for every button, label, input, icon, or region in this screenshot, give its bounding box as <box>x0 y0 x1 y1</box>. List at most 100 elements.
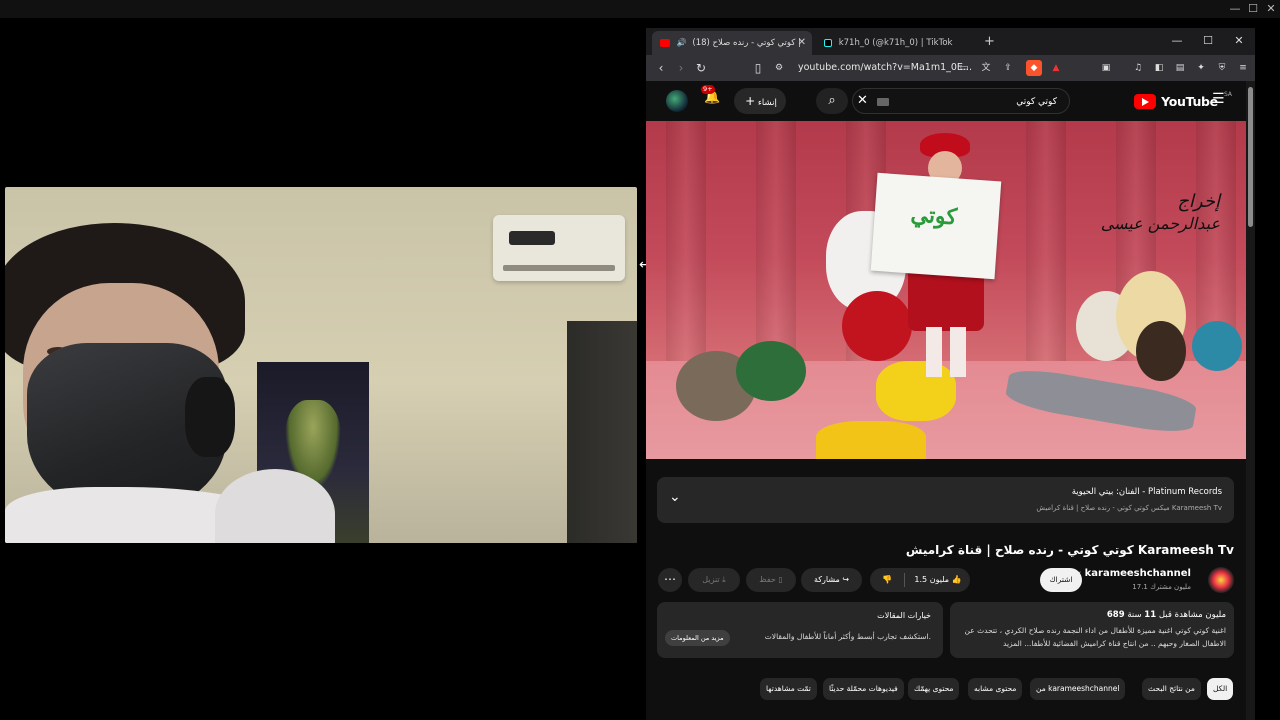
chip-from-channel[interactable]: من karameeshchannel <box>1030 678 1126 700</box>
vpn-icon[interactable]: ⛨ <box>1214 60 1230 76</box>
tiktok-favicon-icon <box>824 38 832 47</box>
wallet-icon[interactable]: ▤ <box>1172 60 1188 76</box>
create-label: إنشاء <box>757 98 777 108</box>
search-button[interactable]: ⌕ <box>816 88 848 114</box>
channel-actions-row: ✔karameeshchannel 17.1 مليون مشترك اشترا… <box>646 563 1246 597</box>
related-filter-chips: الكل من نتائج البحث من karameeshchannel … <box>646 678 1246 702</box>
search-box[interactable]: ✕ كوتي كوتي <box>852 88 1070 114</box>
tab-youtube[interactable]: 🔊 (18) كوتي كوتي - رنده صلاح | ✕ <box>652 31 812 55</box>
leo-ai-icon[interactable]: ✦ <box>1193 60 1209 76</box>
subscriber-count: 17.1 مليون مشترك <box>1132 583 1191 591</box>
credit-line1: إخراج <box>1177 191 1220 212</box>
chip-related[interactable]: محتوى مشابه <box>968 678 1023 700</box>
kids-box-heading: خيارات المقالات <box>877 611 931 620</box>
share-arrow-icon: ↪ <box>842 575 850 584</box>
channel-name[interactable]: ✔karameeshchannel <box>1076 568 1191 579</box>
subscribe-button[interactable]: اشتراك <box>1040 568 1082 592</box>
brave-shield-icon[interactable]: ◆ <box>1026 60 1042 76</box>
plus-icon: + <box>745 94 756 108</box>
share-page-icon[interactable]: ⇪ <box>1000 60 1016 76</box>
youtube-favicon-icon <box>660 38 670 47</box>
video-title: كوتي كوتي - رنده صلاح | قناة كراميش Kara… <box>905 543 1234 557</box>
toy-yellow-bottom <box>816 421 926 459</box>
translate-icon[interactable]: 文 <box>978 60 994 76</box>
media-icon[interactable]: ♫ <box>1130 60 1146 76</box>
rewards-icon[interactable]: ▲ <box>1048 60 1064 76</box>
toy-brown <box>1136 321 1186 381</box>
tab-tiktok-label: k71h_0 (@k71h_0) | TikTok <box>838 38 953 48</box>
chip-all[interactable]: الكل <box>1207 678 1234 700</box>
view-count: 689 <box>1106 610 1125 620</box>
reload-icon[interactable]: ↻ <box>691 58 711 78</box>
download-label: تنزيل <box>702 575 720 584</box>
kids-experience-box: خيارات المقالات استكشف تجارب أبسط وأكثر … <box>657 602 943 658</box>
door-image <box>567 321 637 543</box>
maximize-button[interactable]: ☐ <box>1197 32 1219 50</box>
forward-arrow-icon[interactable]: › <box>671 58 691 78</box>
close-window-button[interactable]: ✕ <box>1228 32 1250 50</box>
webcam-feed <box>5 187 637 543</box>
save-button[interactable]: حفظ ▯ <box>746 568 796 592</box>
tab-close-icon[interactable]: ✕ <box>798 31 806 55</box>
chip-search-results[interactable]: من نتائج البحث <box>1142 678 1201 700</box>
dislike-button[interactable]: 👎 <box>870 568 904 592</box>
save-label: حفظ <box>759 575 776 584</box>
account-avatar[interactable] <box>666 90 688 112</box>
tab-bar: 🔊 (18) كوتي كوتي - رنده صلاح | ✕ k71h_0 … <box>646 28 1255 55</box>
menu-icon[interactable]: ≡ <box>1235 60 1251 76</box>
outer-window-titlebar: — ☐ ✕ <box>0 0 1280 18</box>
scrollbar-thumb[interactable] <box>1248 87 1253 227</box>
clear-search-icon[interactable]: ✕ <box>857 92 868 110</box>
speaker-icon[interactable]: 🔊 <box>677 38 687 47</box>
bookmark-icon[interactable]: ▯ <box>748 58 768 78</box>
channel-name-text: karameeshchannel <box>1084 568 1191 579</box>
install-app-icon[interactable]: ▭ <box>956 60 972 76</box>
page-scrollbar[interactable] <box>1246 81 1255 720</box>
chip-recently-uploaded[interactable]: فيديوهات محمّلة حديثًا <box>823 678 904 700</box>
youtube-logo[interactable]: YouTube SA <box>1134 91 1232 109</box>
download-icon: ⤓ <box>722 575 726 584</box>
tab-tiktok[interactable]: k71h_0 (@k71h_0) | TikTok <box>816 31 978 55</box>
director-credit: إخراج عبدالرحمن عيسى <box>1101 191 1220 233</box>
chevron-down-icon[interactable]: ⌄ <box>669 489 681 505</box>
like-dislike-group: 👎 1.5 مليون 👍 <box>870 568 970 592</box>
share-button[interactable]: مشاركة ↪ <box>801 568 862 592</box>
desktop: — ☐ ✕ ↔ 🔊 (18) كوتي كوتي - رنده صلاح | ✕ <box>0 0 1280 720</box>
credit-line2: عبدالرحمن عيسى <box>1100 214 1220 233</box>
address-bar-row: ‹ › ↻ ▯ ⚙ youtube.com/watch?v=Ma1m1_0E..… <box>646 55 1255 81</box>
view-suffix: مليون مشاهدة <box>1174 610 1226 620</box>
search-input[interactable]: كوتي كوتي <box>1016 89 1057 115</box>
share-label: مشاركة <box>813 575 840 584</box>
download-button[interactable]: تنزيل ⤓ <box>688 568 740 592</box>
create-button[interactable]: + إنشاء <box>734 88 786 114</box>
kids-box-body: استكشف تجارب أبسط وأكثر أماناً للأطفال و… <box>764 632 931 641</box>
youtube-logo-text: YouTube <box>1161 94 1218 109</box>
age-suffix: سنة <box>1127 610 1142 620</box>
age-prefix: قبل <box>1158 610 1172 620</box>
video-player[interactable]: كوتي إخراج عبدالرحمن عيسى <box>646 121 1246 459</box>
more-actions-button[interactable]: ⋯ <box>658 568 682 592</box>
notification-badge: 9+ <box>701 85 715 94</box>
new-tab-button[interactable]: + <box>984 32 995 52</box>
chip-for-you[interactable]: محتوى يهمّك <box>908 678 960 700</box>
description-box[interactable]: 689 مليون مشاهدة قبل 11 سنة اغنية كوتي ك… <box>950 602 1234 658</box>
headphone <box>185 377 235 457</box>
country-code: SA <box>1223 91 1232 98</box>
thumbs-up-icon: 👍 <box>951 575 962 584</box>
learn-more-button[interactable]: مزيد من المعلومات <box>665 630 730 646</box>
music-info-card[interactable]: ⌄ الفنان: بيتي الحيوية - Platinum Record… <box>657 477 1234 523</box>
youtube-header: ☰ YouTube SA ✕ كوتي كوتي ⌕ + إنشاء 🔔 9+ <box>646 81 1246 121</box>
minimize-button[interactable]: — <box>1166 32 1188 50</box>
browser-window: 🔊 (18) كوتي كوتي - رنده صلاح | ✕ k71h_0 … <box>646 28 1255 720</box>
channel-avatar[interactable] <box>1208 567 1234 593</box>
kouti-sign: كوتي <box>870 172 1002 280</box>
like-button[interactable]: 1.5 مليون 👍 <box>910 568 966 592</box>
back-arrow-icon[interactable]: ‹ <box>651 58 671 78</box>
site-info-icon[interactable]: ⚙ <box>769 58 789 78</box>
reader-icon[interactable]: ▣ <box>1098 60 1114 76</box>
keyboard-icon[interactable] <box>877 98 889 106</box>
outer-close-button[interactable]: ✕ <box>1259 1 1280 17</box>
youtube-play-icon <box>1134 94 1156 109</box>
chip-watched[interactable]: تمّت مشاهدتها <box>760 678 817 700</box>
sidebar-icon[interactable]: ◧ <box>1151 60 1167 76</box>
